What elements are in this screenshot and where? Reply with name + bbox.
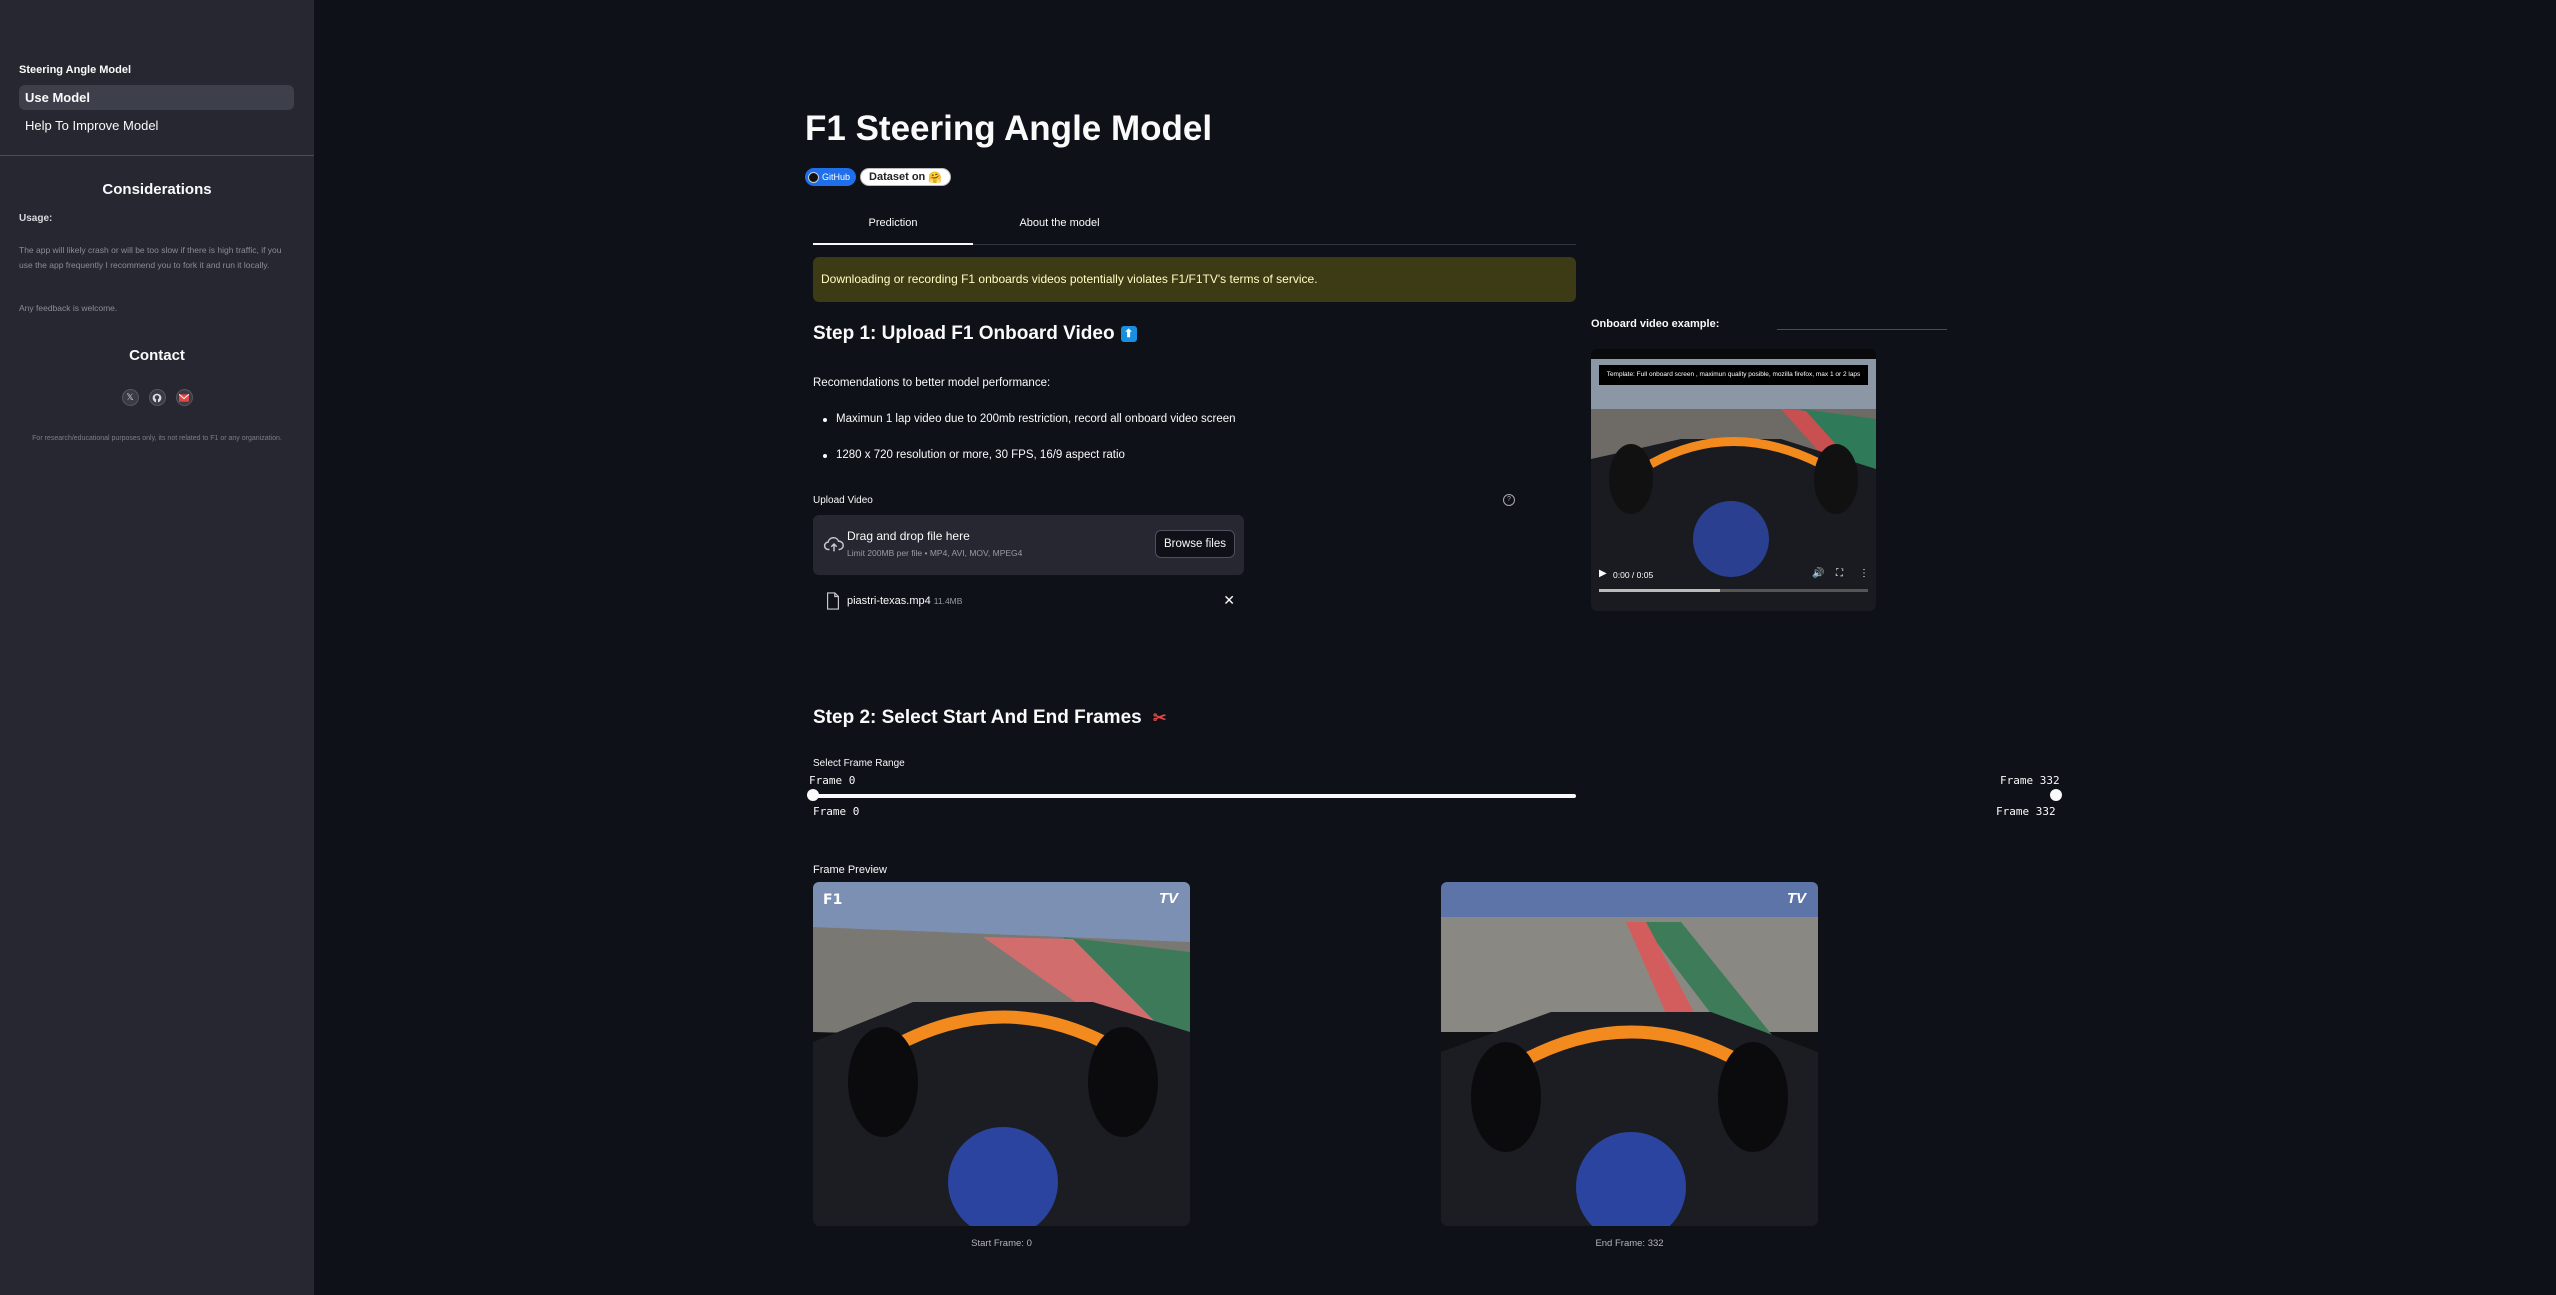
step1-heading: Step 1: Upload F1 Onboard Video ⬆ (813, 323, 1137, 345)
tab-prediction-label: Prediction (868, 217, 918, 229)
frame-range-end-thumb[interactable] (2050, 789, 2062, 801)
huggingface-icon: 🤗 (928, 171, 942, 184)
cloud-upload-icon (823, 536, 844, 552)
fullscreen-icon[interactable]: ⛶ (1836, 568, 1843, 579)
remove-file-icon[interactable]: ✕ (1223, 592, 1235, 609)
feedback-text: Any feedback is welcome. (19, 303, 118, 313)
contact-icons: 𝕏 (0, 389, 314, 406)
video-template-overlay: Template: Full onboard screen , maximun … (1599, 365, 1868, 385)
play-icon[interactable]: ▶ (1599, 568, 1607, 579)
start-frame-picture: F1 (813, 882, 1190, 1226)
tab-prediction[interactable]: Prediction (813, 212, 973, 245)
browse-files-button[interactable]: Browse files (1155, 530, 1235, 558)
recommendations-heading: Recomendations to better model performan… (813, 377, 1051, 389)
email-icon[interactable] (175, 389, 193, 406)
github-badge-icon (808, 171, 819, 183)
uploaded-file-row: piastri-texas.mp4 11.4MB ✕ (813, 590, 1244, 614)
tos-warning: Downloading or recording F1 onboards vid… (813, 257, 1576, 302)
page-title: F1 Steering Angle Model (805, 109, 1213, 148)
tab-about-model-label: About the model (1019, 217, 1100, 229)
frame-preview-label: Frame Preview (813, 864, 887, 876)
file-size: 11.4MB (933, 596, 963, 606)
start-frame-caption: Start Frame: 0 (971, 1238, 1032, 1249)
end-frame-caption: End Frame: 332 (1595, 1238, 1664, 1249)
f1tv-logo-end: TV (1787, 890, 1806, 907)
upload-arrow-icon: ⬆ (1120, 325, 1137, 342)
scissors-icon: ✂ (1153, 710, 1167, 727)
onboard-divider (1777, 329, 1947, 330)
more-options-icon[interactable]: ⋮ (1859, 568, 1869, 579)
volume-icon[interactable]: 🔊 (1812, 568, 1824, 579)
tab-about-model[interactable]: About the model (973, 212, 1146, 243)
considerations-heading: Considerations (102, 181, 212, 198)
recommendation-item: 1280 x 720 resolution or more, 30 FPS, 1… (823, 449, 1125, 461)
frame-range-start-thumb[interactable] (807, 789, 819, 801)
end-frame-image: TV (1441, 882, 1818, 1226)
sidebar-footer: For research/educational purposes only, … (32, 435, 282, 442)
file-name-text: piastri-texas.mp4 (847, 595, 931, 607)
sidebar-app-title: Steering Angle Model (19, 64, 132, 76)
sidebar-divider (0, 155, 314, 156)
sidebar: Steering Angle Model Use Model Help To I… (0, 0, 314, 1295)
slider-min-label: Frame 0 (813, 805, 860, 818)
f1tv-logo-end-text: TV (1786, 890, 1806, 907)
onboard-example-label: Onboard video example: (1591, 318, 1720, 330)
help-icon[interactable]: ? (1503, 494, 1515, 506)
dataset-badge[interactable]: Dataset on 🤗 (860, 168, 951, 186)
slider-thumb-start-value: Frame 0 (809, 774, 856, 787)
tab-bar: Prediction About the model (813, 212, 1576, 245)
step2-heading-text: Step 2: Select Start And End Frames (813, 707, 1142, 728)
sidebar-item-help-improve[interactable]: Help To Improve Model (19, 113, 294, 138)
github-badge[interactable]: GitHub (805, 168, 857, 186)
frame-range-label: Select Frame Range (813, 758, 905, 769)
step2-heading: Step 2: Select Start And End Frames ✂ (813, 707, 1166, 729)
slider-thumb-end-value: Frame 332 (2000, 774, 2060, 787)
video-progress-bar[interactable] (1599, 589, 1868, 592)
step1-heading-text: Step 1: Upload F1 Onboard Video (813, 323, 1115, 344)
file-icon (827, 592, 839, 610)
video-progress-fill (1599, 589, 1721, 592)
slider-max-label: Frame 332 (1996, 805, 2056, 818)
sidebar-item-use-model[interactable]: Use Model (19, 85, 294, 110)
contact-heading: Contact (129, 347, 185, 364)
recommendation-item: Maximun 1 lap video due to 200mb restric… (823, 413, 1236, 425)
dropzone-limit: Limit 200MB per file • MP4, AVI, MOV, MP… (847, 548, 1023, 558)
video-time: 0:00 / 0:05 (1613, 570, 1654, 580)
usage-label: Usage: (19, 213, 53, 224)
start-frame-image: F1 TV (813, 882, 1190, 1226)
github-badge-label: GitHub (822, 172, 851, 182)
f1tv-logo-start: TV (1159, 890, 1178, 907)
file-name: piastri-texas.mp4 11.4MB (847, 595, 962, 607)
usage-text: The app will likely crash or will be too… (19, 245, 282, 270)
dataset-badge-label: Dataset on (869, 171, 926, 183)
onboard-video-player[interactable]: Template: Full onboard screen , maximun … (1591, 349, 1876, 611)
dropzone-title: Drag and drop file here (847, 529, 970, 543)
github-icon[interactable] (148, 389, 166, 406)
file-dropzone[interactable]: Drag and drop file here Limit 200MB per … (813, 515, 1244, 575)
x-icon[interactable]: 𝕏 (121, 389, 139, 406)
upload-video-label: Upload Video (813, 495, 873, 506)
f1tv-logo-start-text: TV (1158, 890, 1178, 907)
frame-range-track[interactable] (813, 794, 1576, 798)
badges: GitHub Dataset on 🤗 (805, 168, 951, 186)
f1-logo-start: F1 (823, 892, 842, 908)
end-frame-picture (1441, 882, 1818, 1226)
